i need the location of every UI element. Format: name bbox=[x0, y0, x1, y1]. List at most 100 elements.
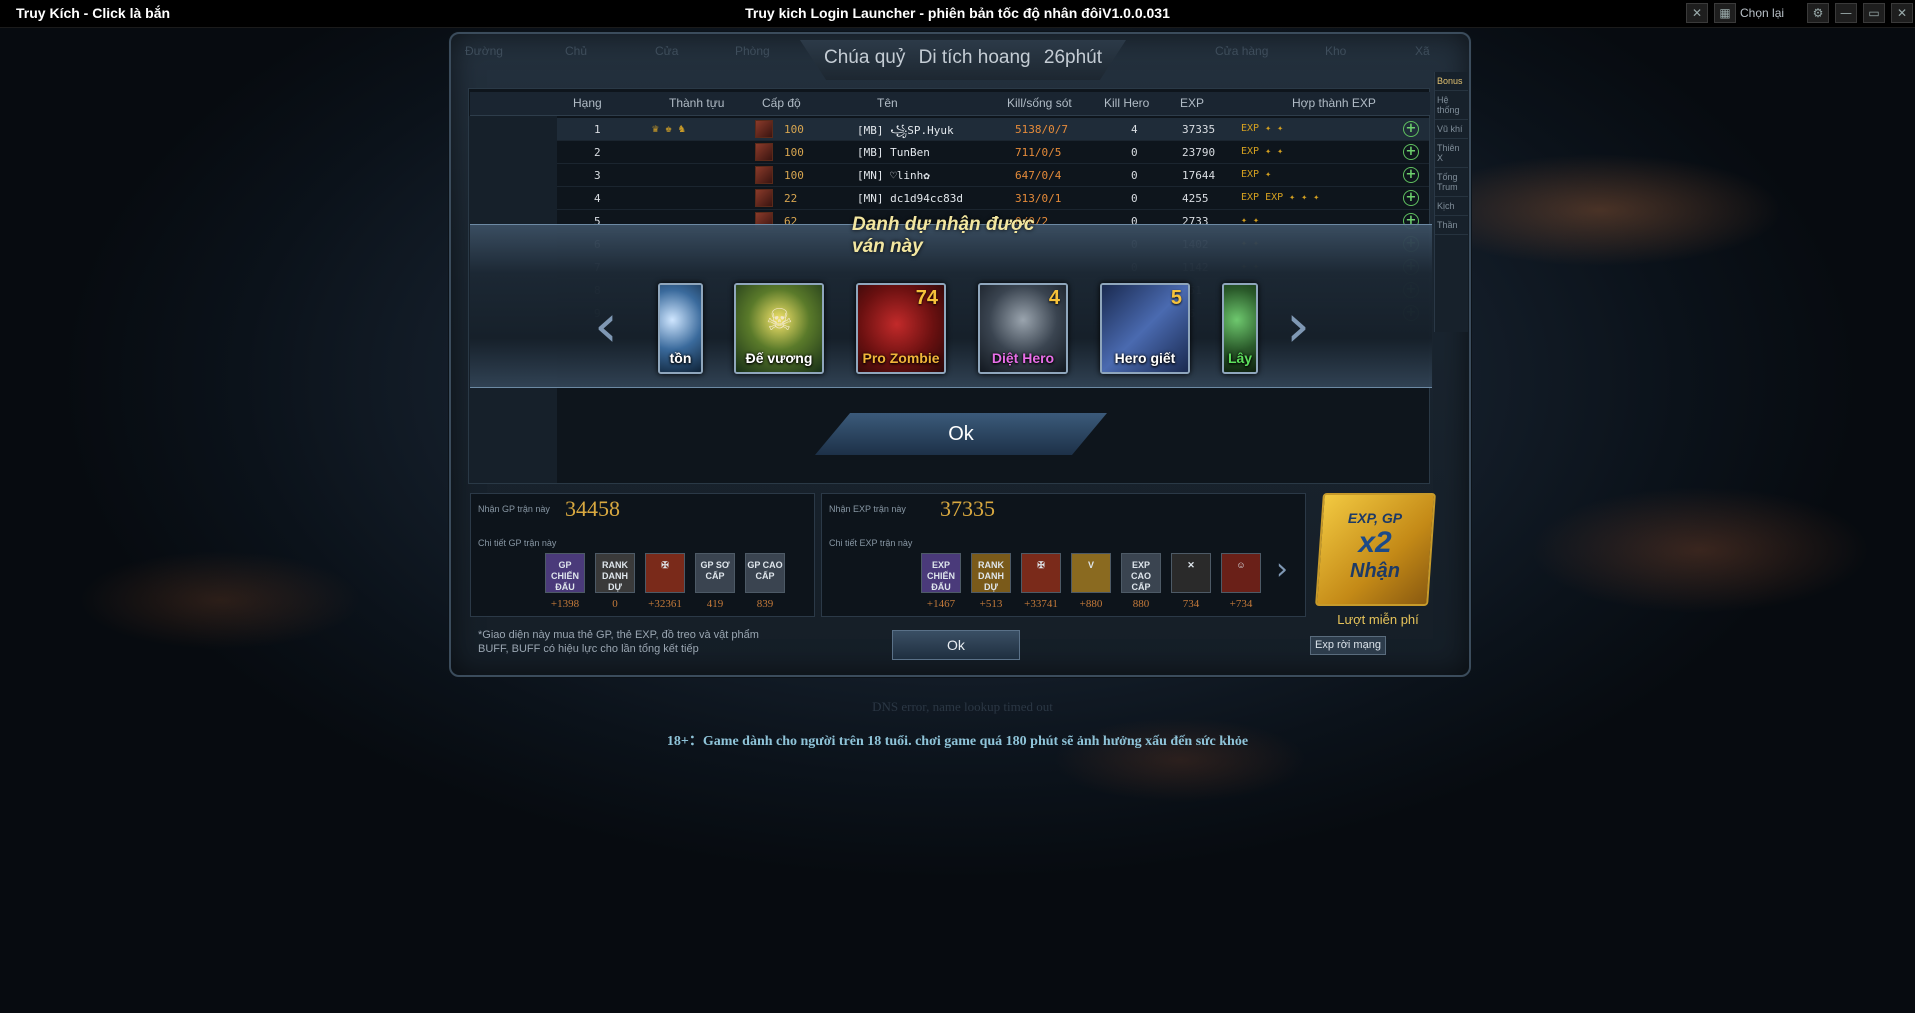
skull-crown-icon: ☠ bbox=[766, 303, 793, 338]
honor-card-count: 5 bbox=[1170, 287, 1182, 309]
honor-card-label: Hero giết bbox=[1114, 350, 1176, 366]
row-name: [MN] dc1d94cc83d bbox=[857, 192, 963, 205]
honor-card-2: ☠ Đế vương bbox=[734, 283, 824, 374]
bonus-chip-icon[interactable]: ✠ bbox=[645, 553, 685, 593]
window-title: Truy kich Login Launcher - phiên bản tốc… bbox=[745, 5, 1170, 21]
row-exp: 17644 bbox=[1182, 169, 1216, 182]
bonus-chip-icon[interactable]: ✠ bbox=[1021, 553, 1061, 593]
bonus-chip-icon[interactable]: GP CAO CẤP bbox=[745, 553, 785, 593]
honor-card-label: tồn bbox=[669, 350, 692, 366]
bonus-chip-value: +1467 bbox=[926, 598, 956, 610]
exp-detail-label: Chi tiết EXP trận này bbox=[829, 538, 913, 548]
header-exp-breakdown: Hợp thành EXP bbox=[1292, 96, 1376, 110]
grid-icon[interactable]: ▦ bbox=[1714, 3, 1736, 23]
bonus-line1: EXP, GP bbox=[1347, 510, 1403, 526]
top-tabs-right: Cửa hàng Kho Xã bbox=[1150, 40, 1460, 68]
mute-icon[interactable]: ✕ bbox=[1686, 3, 1708, 23]
side-tab-6[interactable]: Kịch bbox=[1435, 197, 1468, 216]
header-name: Tên bbox=[877, 96, 898, 110]
side-tab-7[interactable]: Thần bbox=[1435, 216, 1468, 235]
honor-title: Danh dự nhận được ván này bbox=[852, 214, 1072, 258]
bonus-chip-icon[interactable]: ☺ bbox=[1221, 553, 1261, 593]
exp-offline-button[interactable]: Exp rời mạng bbox=[1310, 636, 1386, 655]
row-kill-survive: 313/0/1 bbox=[1015, 192, 1062, 205]
header-achievements: Thành tựu bbox=[669, 96, 725, 110]
bonus-chip-value: 734 bbox=[1182, 598, 1200, 610]
shop-note: *Giao diện này mua thẻ GP, thẻ EXP, đồ t… bbox=[478, 629, 759, 655]
settings-icon[interactable]: ⚙ bbox=[1807, 3, 1829, 23]
tab-2[interactable]: Chủ bbox=[565, 44, 587, 58]
row-level: 100 bbox=[784, 146, 804, 159]
exp-label: Nhận EXP trận này bbox=[829, 504, 906, 514]
honor-card-1: tồn bbox=[658, 283, 703, 374]
honor-title-line1: Danh dự nhận được bbox=[852, 214, 1035, 235]
tab-shop[interactable]: Cửa hàng bbox=[1215, 44, 1268, 58]
table-row[interactable]: 1 ♛ ♚ ♞ 100 [MB] ꧁SP.Hyuk 5138/0/7 4 37335 EXP … bbox=[557, 118, 1429, 141]
add-friend-icon[interactable]: + bbox=[1403, 190, 1419, 206]
tab-4[interactable]: Phòng bbox=[735, 44, 770, 58]
next-arrow-icon[interactable]: › bbox=[1286, 296, 1310, 356]
bonus-chip-icon[interactable]: V bbox=[1071, 553, 1111, 593]
prev-arrow-icon[interactable]: ‹ bbox=[594, 296, 618, 356]
add-friend-icon[interactable]: + bbox=[1403, 121, 1419, 137]
table-row[interactable]: 2 100 [MB] TunBen 711/0/5 0 23790 EXP ✦ ✦ + bbox=[557, 141, 1429, 164]
gp-value: 34458 bbox=[565, 496, 620, 521]
bonus-chip-icon[interactable]: RANK DANH DỰ bbox=[971, 553, 1011, 593]
side-tab-4[interactable]: Thiên X bbox=[1435, 139, 1468, 168]
bonus-chip-icon[interactable]: GP CHIẾN ĐẤU bbox=[545, 553, 585, 593]
bonus-line3: Nhận bbox=[1350, 560, 1400, 582]
close-button[interactable]: ✕ bbox=[1891, 3, 1913, 23]
bonus-chip-icon[interactable]: ✕ bbox=[1171, 553, 1211, 593]
bonus-chip-value: 880 bbox=[1132, 598, 1150, 610]
table-row[interactable]: 4 22 [MN] dc1d94cc83d 313/0/1 0 4255 EXP EXP ✦… bbox=[557, 187, 1429, 210]
honor-title-line2: ván này bbox=[852, 236, 923, 257]
row-achievements: ♛ ♚ ♞ bbox=[652, 122, 686, 135]
tab-social[interactable]: Xã bbox=[1415, 44, 1430, 58]
gp-label: Nhận GP trận này bbox=[478, 504, 550, 514]
choose-again-link[interactable]: Chọn lại bbox=[1740, 6, 1784, 20]
bonus-chip-icon[interactable]: RANK DANH DỰ bbox=[595, 553, 635, 593]
scoreboard-header: Hạng Thành tựu Cấp độ Tên Kill/sống sót … bbox=[470, 92, 1430, 116]
minimize-button[interactable]: — bbox=[1835, 3, 1857, 23]
rank-badge-icon bbox=[755, 120, 773, 138]
honor-card-4: 4 Diệt Hero bbox=[978, 283, 1068, 374]
honor-ok-button[interactable]: Ok bbox=[815, 413, 1107, 455]
honor-card-label: Đế vương bbox=[745, 350, 813, 366]
row-exp-icons: EXP EXP ✦ ✦ ✦ bbox=[1241, 192, 1320, 203]
side-tab-5[interactable]: Tống Trum bbox=[1435, 168, 1468, 197]
row-kill-hero: 0 bbox=[1131, 169, 1138, 182]
bonus-chip-icon[interactable]: EXP CAO CẤP bbox=[1121, 553, 1161, 593]
result-ok-button[interactable]: Ok bbox=[892, 630, 1020, 660]
bonus-chip-value: +734 bbox=[1229, 598, 1253, 610]
side-tab-1[interactable]: Bonus bbox=[1435, 72, 1468, 91]
bonus-chip-value: +32361 bbox=[648, 598, 682, 610]
map-name: Di tích hoang bbox=[918, 47, 1031, 68]
row-rank: 4 bbox=[594, 192, 601, 205]
match-time: 26phút bbox=[1043, 47, 1102, 68]
side-tab-3[interactable]: Vũ khí bbox=[1435, 120, 1468, 139]
add-friend-icon[interactable]: + bbox=[1403, 167, 1419, 183]
bonus-chip-icon[interactable]: GP SƠ CẤP bbox=[695, 553, 735, 593]
row-exp: 4255 bbox=[1182, 192, 1209, 205]
row-kill-hero: 0 bbox=[1131, 146, 1138, 159]
tab-3[interactable]: Cửa bbox=[655, 44, 678, 58]
bonus-chip-icon[interactable]: EXP CHIẾN ĐẤU bbox=[921, 553, 961, 593]
chips-next-arrow-icon[interactable]: › bbox=[1276, 555, 1288, 585]
header-exp: EXP bbox=[1180, 96, 1205, 110]
bonus-chip-value: +513 bbox=[979, 598, 1003, 610]
tab-1[interactable]: Đường bbox=[465, 44, 503, 58]
row-name: [MB] TunBen bbox=[857, 146, 930, 159]
tab-inventory[interactable]: Kho bbox=[1325, 44, 1346, 58]
row-rank: 2 bbox=[594, 146, 601, 159]
side-tab-2[interactable]: Hệ thống bbox=[1435, 91, 1468, 120]
match-info-bar: Chúa quỷ Di tích hoang 26phút bbox=[800, 40, 1126, 80]
bonus-chip-value: 419 bbox=[706, 598, 724, 610]
top-tabs-left: Đường Chủ Cửa Phòng bbox=[455, 40, 795, 68]
table-row[interactable]: 3 100 [MN] ♡linh✿ 647/0/4 0 17644 EXP ✦ + bbox=[557, 164, 1429, 187]
add-friend-icon[interactable]: + bbox=[1403, 144, 1419, 160]
gp-detail-label: Chi tiết GP trận này bbox=[478, 538, 557, 548]
bonus-chip-value: +33741 bbox=[1024, 598, 1058, 610]
row-rank: 1 bbox=[594, 123, 601, 136]
maximize-button[interactable]: ▭ bbox=[1863, 3, 1885, 23]
row-exp-icons: EXP ✦ bbox=[1241, 169, 1272, 180]
